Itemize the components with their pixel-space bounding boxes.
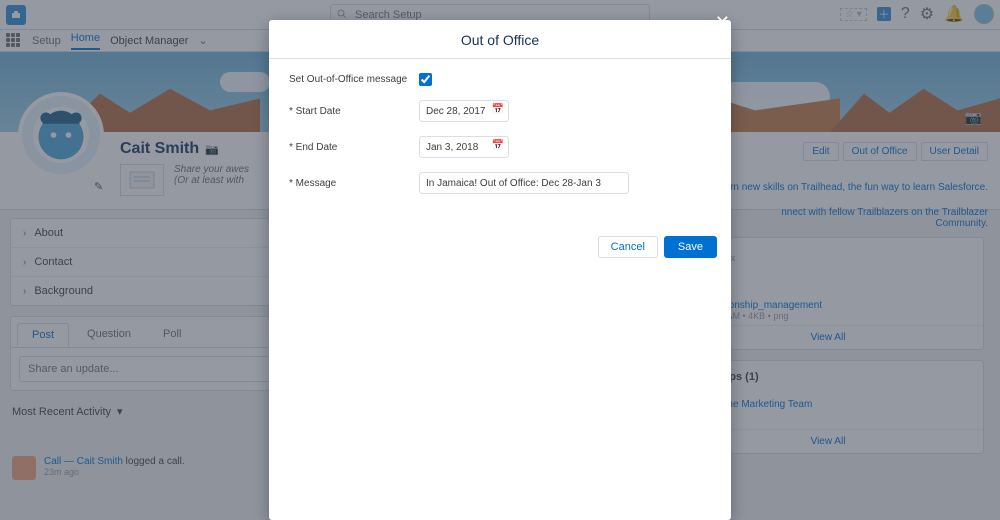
modal-overlay: ✕ Out of Office Set Out-of-Office messag…: [0, 0, 1000, 520]
save-button[interactable]: Save: [664, 236, 717, 258]
ooo-toggle-checkbox[interactable]: [419, 73, 432, 86]
end-date-input[interactable]: [419, 136, 509, 158]
start-date-input[interactable]: [419, 100, 509, 122]
end-date-label: End Date: [289, 142, 419, 153]
toggle-label: Set Out-of-Office message: [289, 74, 419, 85]
message-input[interactable]: [419, 172, 629, 194]
close-icon[interactable]: ✕: [715, 12, 730, 33]
message-label: Message: [289, 178, 419, 189]
cancel-button[interactable]: Cancel: [598, 236, 658, 258]
out-of-office-modal: Out of Office Set Out-of-Office message …: [269, 20, 731, 520]
start-date-label: Start Date: [289, 106, 419, 117]
modal-title: Out of Office: [269, 20, 731, 59]
